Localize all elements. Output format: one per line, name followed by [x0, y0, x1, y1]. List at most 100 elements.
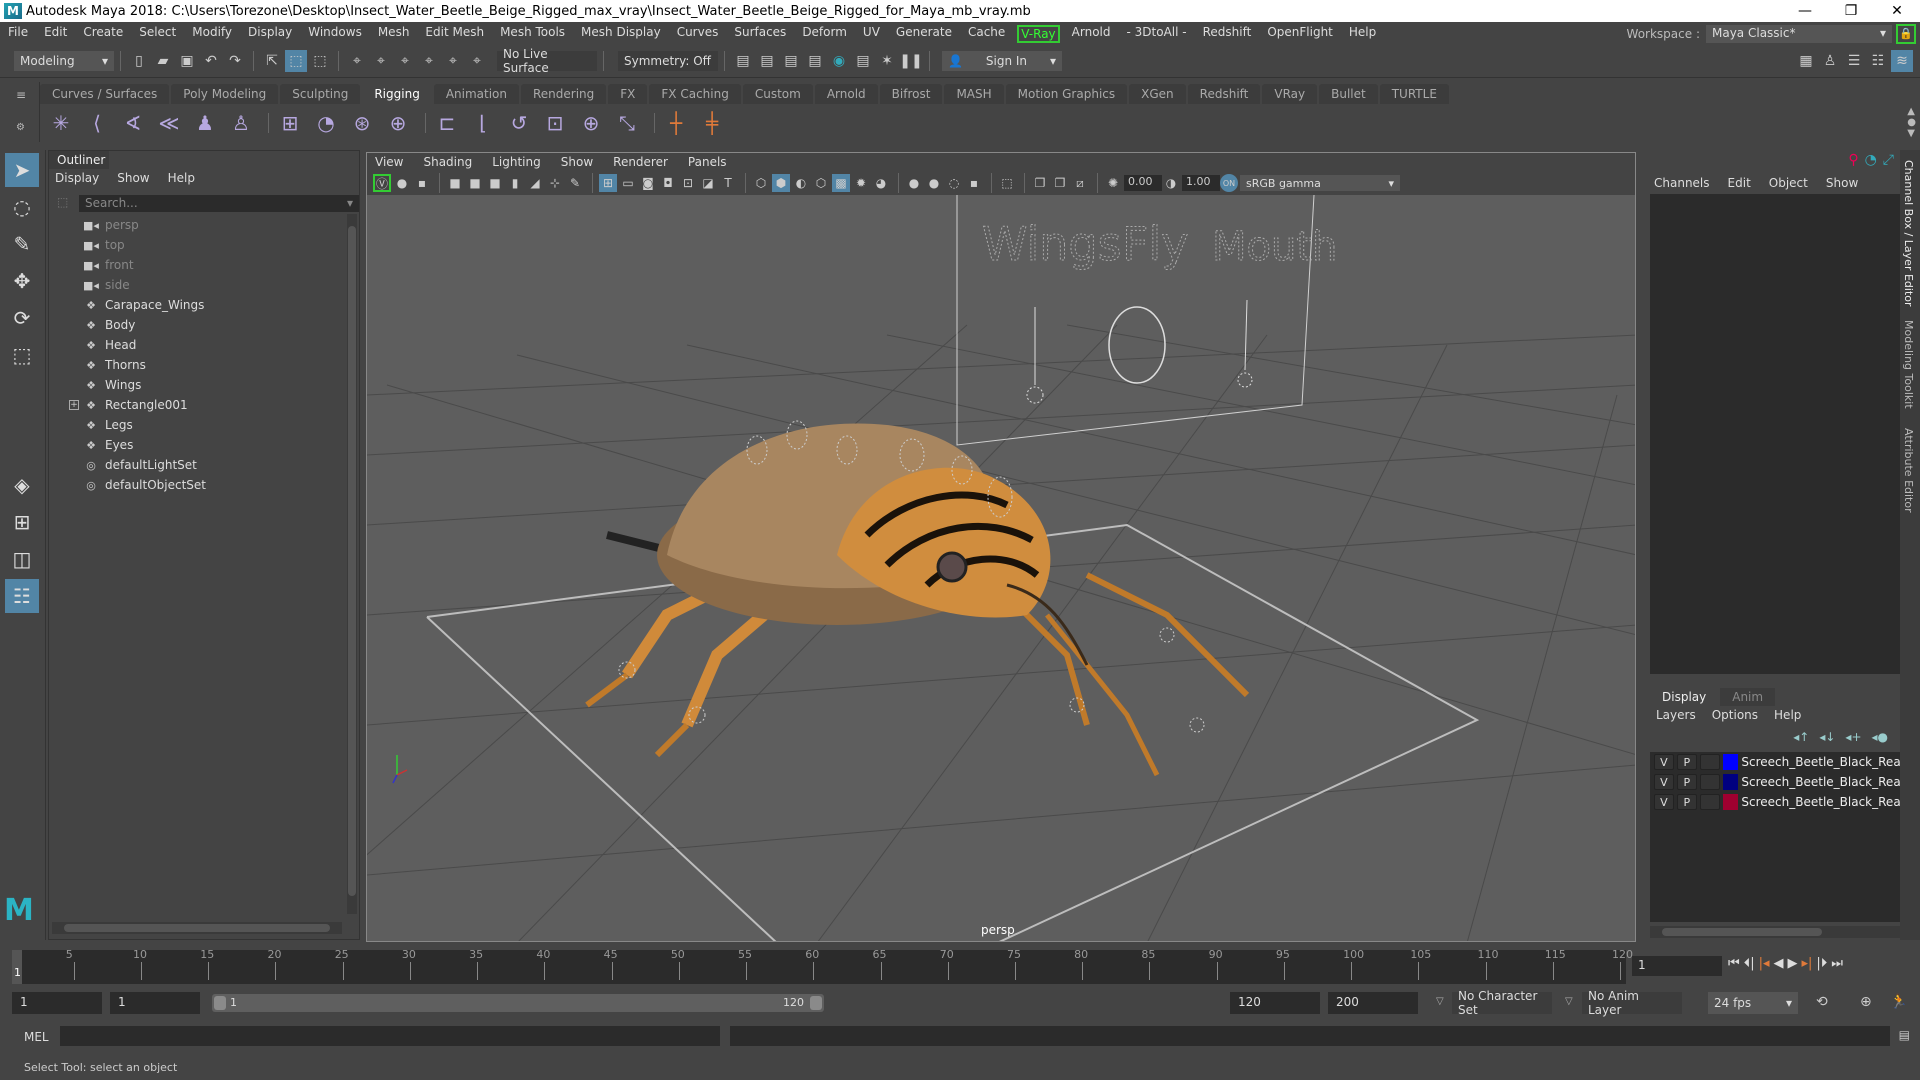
animation-end-field[interactable]: 200	[1328, 992, 1418, 1014]
human-ik-icon[interactable]: ♙	[1819, 50, 1841, 72]
human-ik-shelf-icon[interactable]: ♙	[226, 108, 256, 138]
modeling-toolkit-icon[interactable]: ▦	[1795, 50, 1817, 72]
menu-edit-mesh[interactable]: Edit Mesh	[417, 25, 492, 43]
shelf-tab-animation[interactable]: Animation	[433, 84, 519, 104]
outliner-item[interactable]: + ❖ Rectangle001	[51, 395, 351, 415]
menu-windows[interactable]: Windows	[300, 25, 370, 43]
field-chart-icon[interactable]: ⊡	[679, 174, 697, 192]
playback-start-field[interactable]: 1	[110, 992, 200, 1014]
layer-row[interactable]: VP Screech_Beetle_Black_Realistic_	[1650, 792, 1900, 812]
bookmark-icon[interactable]: ▮	[506, 174, 524, 192]
gate-mask-icon[interactable]: ◘	[659, 174, 677, 192]
layer-visibility-toggle[interactable]: V	[1654, 774, 1674, 790]
color-space-dropdown[interactable]: sRGB gamma ▾	[1240, 175, 1400, 191]
layer-menu-options[interactable]: Options	[1712, 708, 1758, 722]
xray-joints-icon[interactable]: ⧄	[1071, 174, 1089, 192]
layer-playback-toggle[interactable]: P	[1676, 794, 1697, 810]
select-tool-icon[interactable]: ➤	[5, 153, 39, 187]
wireframe-on-shaded-icon[interactable]: ⬡	[812, 174, 830, 192]
snap-point-icon[interactable]: ⌖	[394, 50, 416, 72]
shelf-tab-poly-modeling[interactable]: Poly Modeling	[171, 84, 279, 104]
layer-color-swatch[interactable]	[1722, 754, 1739, 770]
shelf-menu-icon[interactable]: ≡	[16, 88, 39, 102]
scrollbar-thumb[interactable]	[1662, 928, 1822, 936]
viewport-menu-renderer[interactable]: Renderer	[613, 155, 668, 169]
command-input[interactable]	[60, 1026, 720, 1046]
live-surface-field[interactable]: No Live Surface	[497, 47, 597, 75]
layer-visibility-toggle[interactable]: V	[1654, 794, 1674, 810]
locator-constraint-icon[interactable]: ╪	[697, 108, 727, 138]
lock-icon[interactable]: 🔒	[1896, 23, 1916, 44]
chevron-down-icon[interactable]: ▽	[1565, 996, 1573, 1007]
xray-active-icon[interactable]: ❐	[1051, 174, 1069, 192]
two-view-layout-icon[interactable]: ◫	[5, 542, 39, 576]
scale-constraint-icon[interactable]: ⊡	[540, 108, 570, 138]
outliner-item[interactable]: ◎ defaultLightSet	[51, 455, 351, 475]
outliner-item[interactable]: ■◂ persp	[51, 215, 351, 235]
outliner-search-input[interactable]: Search... ▾	[79, 195, 359, 212]
shelf-settings-icon[interactable]: ⚙	[16, 122, 39, 133]
pole-vector-icon[interactable]: ⤡	[612, 108, 642, 138]
viewport-menu-view[interactable]: View	[375, 155, 403, 169]
script-language-label[interactable]: MEL	[24, 1030, 49, 1044]
outliner-item[interactable]: ❖ Wings	[51, 375, 351, 395]
rotate-tool-icon[interactable]: ⟳	[5, 301, 39, 335]
render-view-icon[interactable]: ▤	[732, 50, 754, 72]
playback-end-field[interactable]: 120	[1230, 992, 1320, 1014]
paint-weights-icon[interactable]: ◔	[311, 108, 341, 138]
restore-button[interactable]: ❐	[1828, 0, 1874, 22]
shelf-scroll[interactable]: ▲ ● ▼	[1907, 106, 1916, 139]
textured-icon[interactable]: ▩	[832, 174, 850, 192]
scale-tool-icon[interactable]: ⬚	[5, 338, 39, 372]
ipr-render-icon[interactable]: ▤	[780, 50, 802, 72]
viewport-menu-show[interactable]: Show	[561, 155, 593, 169]
select-hierarchy-icon[interactable]: ⇱	[261, 50, 283, 72]
shelf-tab-redshift[interactable]: Redshift	[1187, 84, 1261, 104]
menu-select[interactable]: Select	[131, 25, 184, 43]
shelf-tab-fx-caching[interactable]: FX Caching	[649, 84, 741, 104]
grid-icon[interactable]: ⊞	[599, 174, 617, 192]
layer-name[interactable]: Screech_Beetle_Black_Realistic_	[1741, 775, 1900, 789]
outliner-item[interactable]: ❖ Thorns	[51, 355, 351, 375]
shelf-tab-custom[interactable]: Custom	[742, 84, 813, 104]
viewport-menu-panels[interactable]: Panels	[688, 155, 727, 169]
menu-file[interactable]: File	[0, 25, 36, 43]
render-frame-icon[interactable]: ▤	[756, 50, 778, 72]
redo-icon[interactable]: ↷	[224, 50, 246, 72]
save-scene-icon[interactable]: ▣	[176, 50, 198, 72]
orient-constraint-icon[interactable]: ↺	[504, 108, 534, 138]
shelf-tab-turtle[interactable]: TURTLE	[1379, 84, 1449, 104]
outliner-item[interactable]: ❖ Eyes	[51, 435, 351, 455]
outliner-item[interactable]: ■◂ top	[51, 235, 351, 255]
motion-blur-icon[interactable]: ●	[925, 174, 943, 192]
step-forward-frame-icon[interactable]: ▸|	[1802, 956, 1813, 971]
outliner-vertical-scrollbar[interactable]	[347, 214, 357, 914]
pause-icon[interactable]: ❚❚	[899, 50, 922, 72]
loop-icon[interactable]: ⟲	[1816, 994, 1828, 1010]
script-editor-icon[interactable]: ▤	[1899, 1028, 1910, 1042]
range-start-handle[interactable]	[214, 996, 226, 1010]
viewport-scene[interactable]: Wings Fly Mouth persp	[367, 194, 1635, 941]
quick-rig-icon[interactable]: ♟	[190, 108, 220, 138]
side-tab-modeling-toolkit[interactable]: Modeling Toolkit	[1902, 320, 1915, 409]
exposure-field[interactable]: 0.00	[1124, 175, 1162, 191]
layer-name[interactable]: Screech_Beetle_Black_Realistic_	[1741, 795, 1900, 809]
tool-settings-icon[interactable]: ☷	[1867, 50, 1889, 72]
outliner-item[interactable]: ■◂ front	[51, 255, 351, 275]
smooth-shade-icon[interactable]: ⬢	[772, 174, 790, 192]
select-object-icon[interactable]: ⬚	[285, 50, 307, 72]
move-layer-up-icon[interactable]: ◂↑	[1793, 730, 1809, 744]
chevron-down-icon[interactable]: ▾	[347, 196, 353, 210]
color-management-toggle-icon[interactable]: ON	[1220, 174, 1238, 192]
menu-3dtoall[interactable]: - 3DtoAll -	[1119, 25, 1195, 43]
shelf-tab-sculpting[interactable]: Sculpting	[280, 84, 361, 104]
shelf-tab-bifrost[interactable]: Bifrost	[879, 84, 943, 104]
create-joints-icon[interactable]: ✳	[46, 108, 76, 138]
shadows-icon[interactable]: ◕	[872, 174, 890, 192]
menu-generate[interactable]: Generate	[888, 25, 960, 43]
layer-playback-toggle[interactable]: P	[1676, 754, 1697, 770]
side-tab-attribute-editor[interactable]: Attribute Editor	[1902, 428, 1915, 513]
channel-menu-edit[interactable]: Edit	[1728, 176, 1751, 190]
shelf-tab-rigging[interactable]: Rigging	[362, 84, 432, 104]
grease-pencil-icon[interactable]: ✎	[566, 174, 584, 192]
